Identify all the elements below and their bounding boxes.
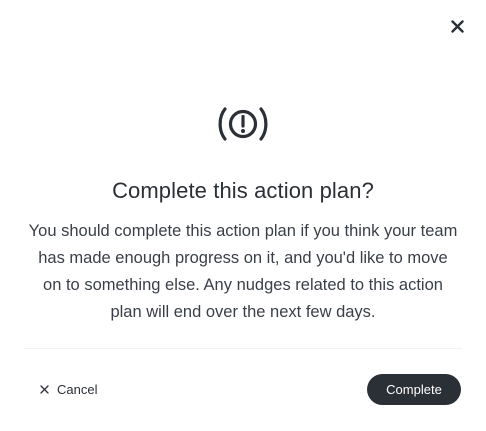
dialog-body: You should complete this action plan if … <box>28 222 458 321</box>
footer-divider <box>24 348 462 349</box>
cancel-label: Cancel <box>57 381 98 397</box>
alert-circle-waves-icon <box>218 107 268 141</box>
complete-button[interactable]: Complete <box>367 374 461 405</box>
close-icon <box>450 19 464 33</box>
complete-action-plan-dialog: Complete this action plan? You should co… <box>0 0 486 431</box>
dialog-title: Complete this action plan? <box>112 178 374 203</box>
cancel-button[interactable]: Cancel <box>36 376 101 402</box>
close-button[interactable] <box>446 15 468 37</box>
close-small-icon <box>40 384 49 394</box>
